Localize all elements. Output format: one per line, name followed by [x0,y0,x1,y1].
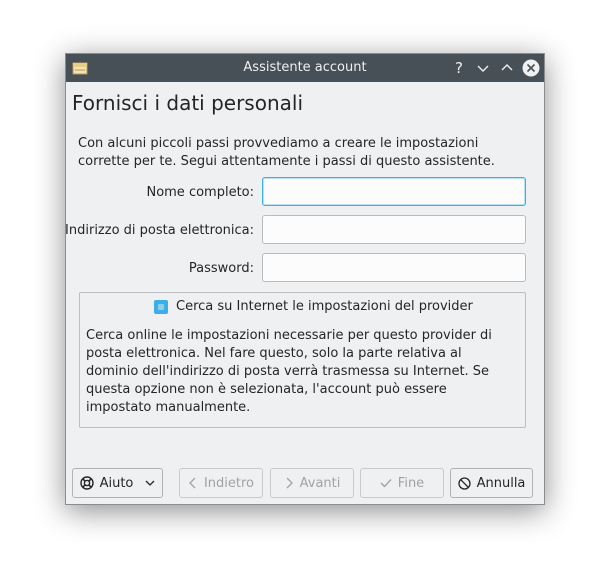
next-button-label: Avanti [299,475,341,491]
chevron-down-icon [145,478,155,488]
checkbox-check-mark [158,303,164,310]
page-heading: Fornisci i dati personali [72,91,304,115]
provider-settings-group: Cerca su Internet le impostazioni del pr… [79,292,526,428]
provider-description: Cerca online le impostazioni necessarie … [86,328,492,415]
maximize-icon[interactable] [498,59,516,77]
cancel-icon [457,476,471,490]
help-button-label: Aiuto [99,475,134,491]
full-name-input[interactable] [262,177,526,206]
back-button[interactable]: Indietro [179,468,263,498]
provider-checkbox-label: Cerca su Internet le impostazioni del pr… [176,299,473,314]
help-symbol: ? [455,59,463,77]
wizard-window: Assistente account ? Fornisci i dati per… [65,53,545,505]
checkmark-icon [380,477,392,489]
chevron-left-icon [188,477,198,489]
intro-text: Con alcuni piccoli passi provvediamo a c… [78,136,495,169]
name-label: Nome completo: [146,185,254,200]
cancel-button[interactable]: Annulla [450,468,533,498]
minimize-icon[interactable] [474,59,492,77]
password-input[interactable] [262,253,526,282]
back-button-label: Indietro [203,475,255,491]
finish-button[interactable]: Fine [360,468,444,498]
help-icon[interactable]: ? [450,59,468,77]
email-input[interactable] [262,215,526,244]
chevron-right-icon [284,477,294,489]
email-label: Indirizzo di posta elettronica: [65,223,254,238]
help-button[interactable]: Aiuto [72,468,163,498]
lifebuoy-icon [79,476,94,490]
cancel-button-label: Annulla [476,475,526,491]
provider-checkbox-row[interactable]: Cerca su Internet le impostazioni del pr… [154,299,473,314]
title-bar[interactable]: Assistente account ? [66,54,544,82]
finish-button-label: Fine [397,475,425,491]
window-title: Assistente account [243,60,367,75]
next-button[interactable]: Avanti [270,468,354,498]
provider-checkbox[interactable] [154,299,168,314]
password-label: Password: [188,261,254,276]
close-icon[interactable] [522,59,540,77]
